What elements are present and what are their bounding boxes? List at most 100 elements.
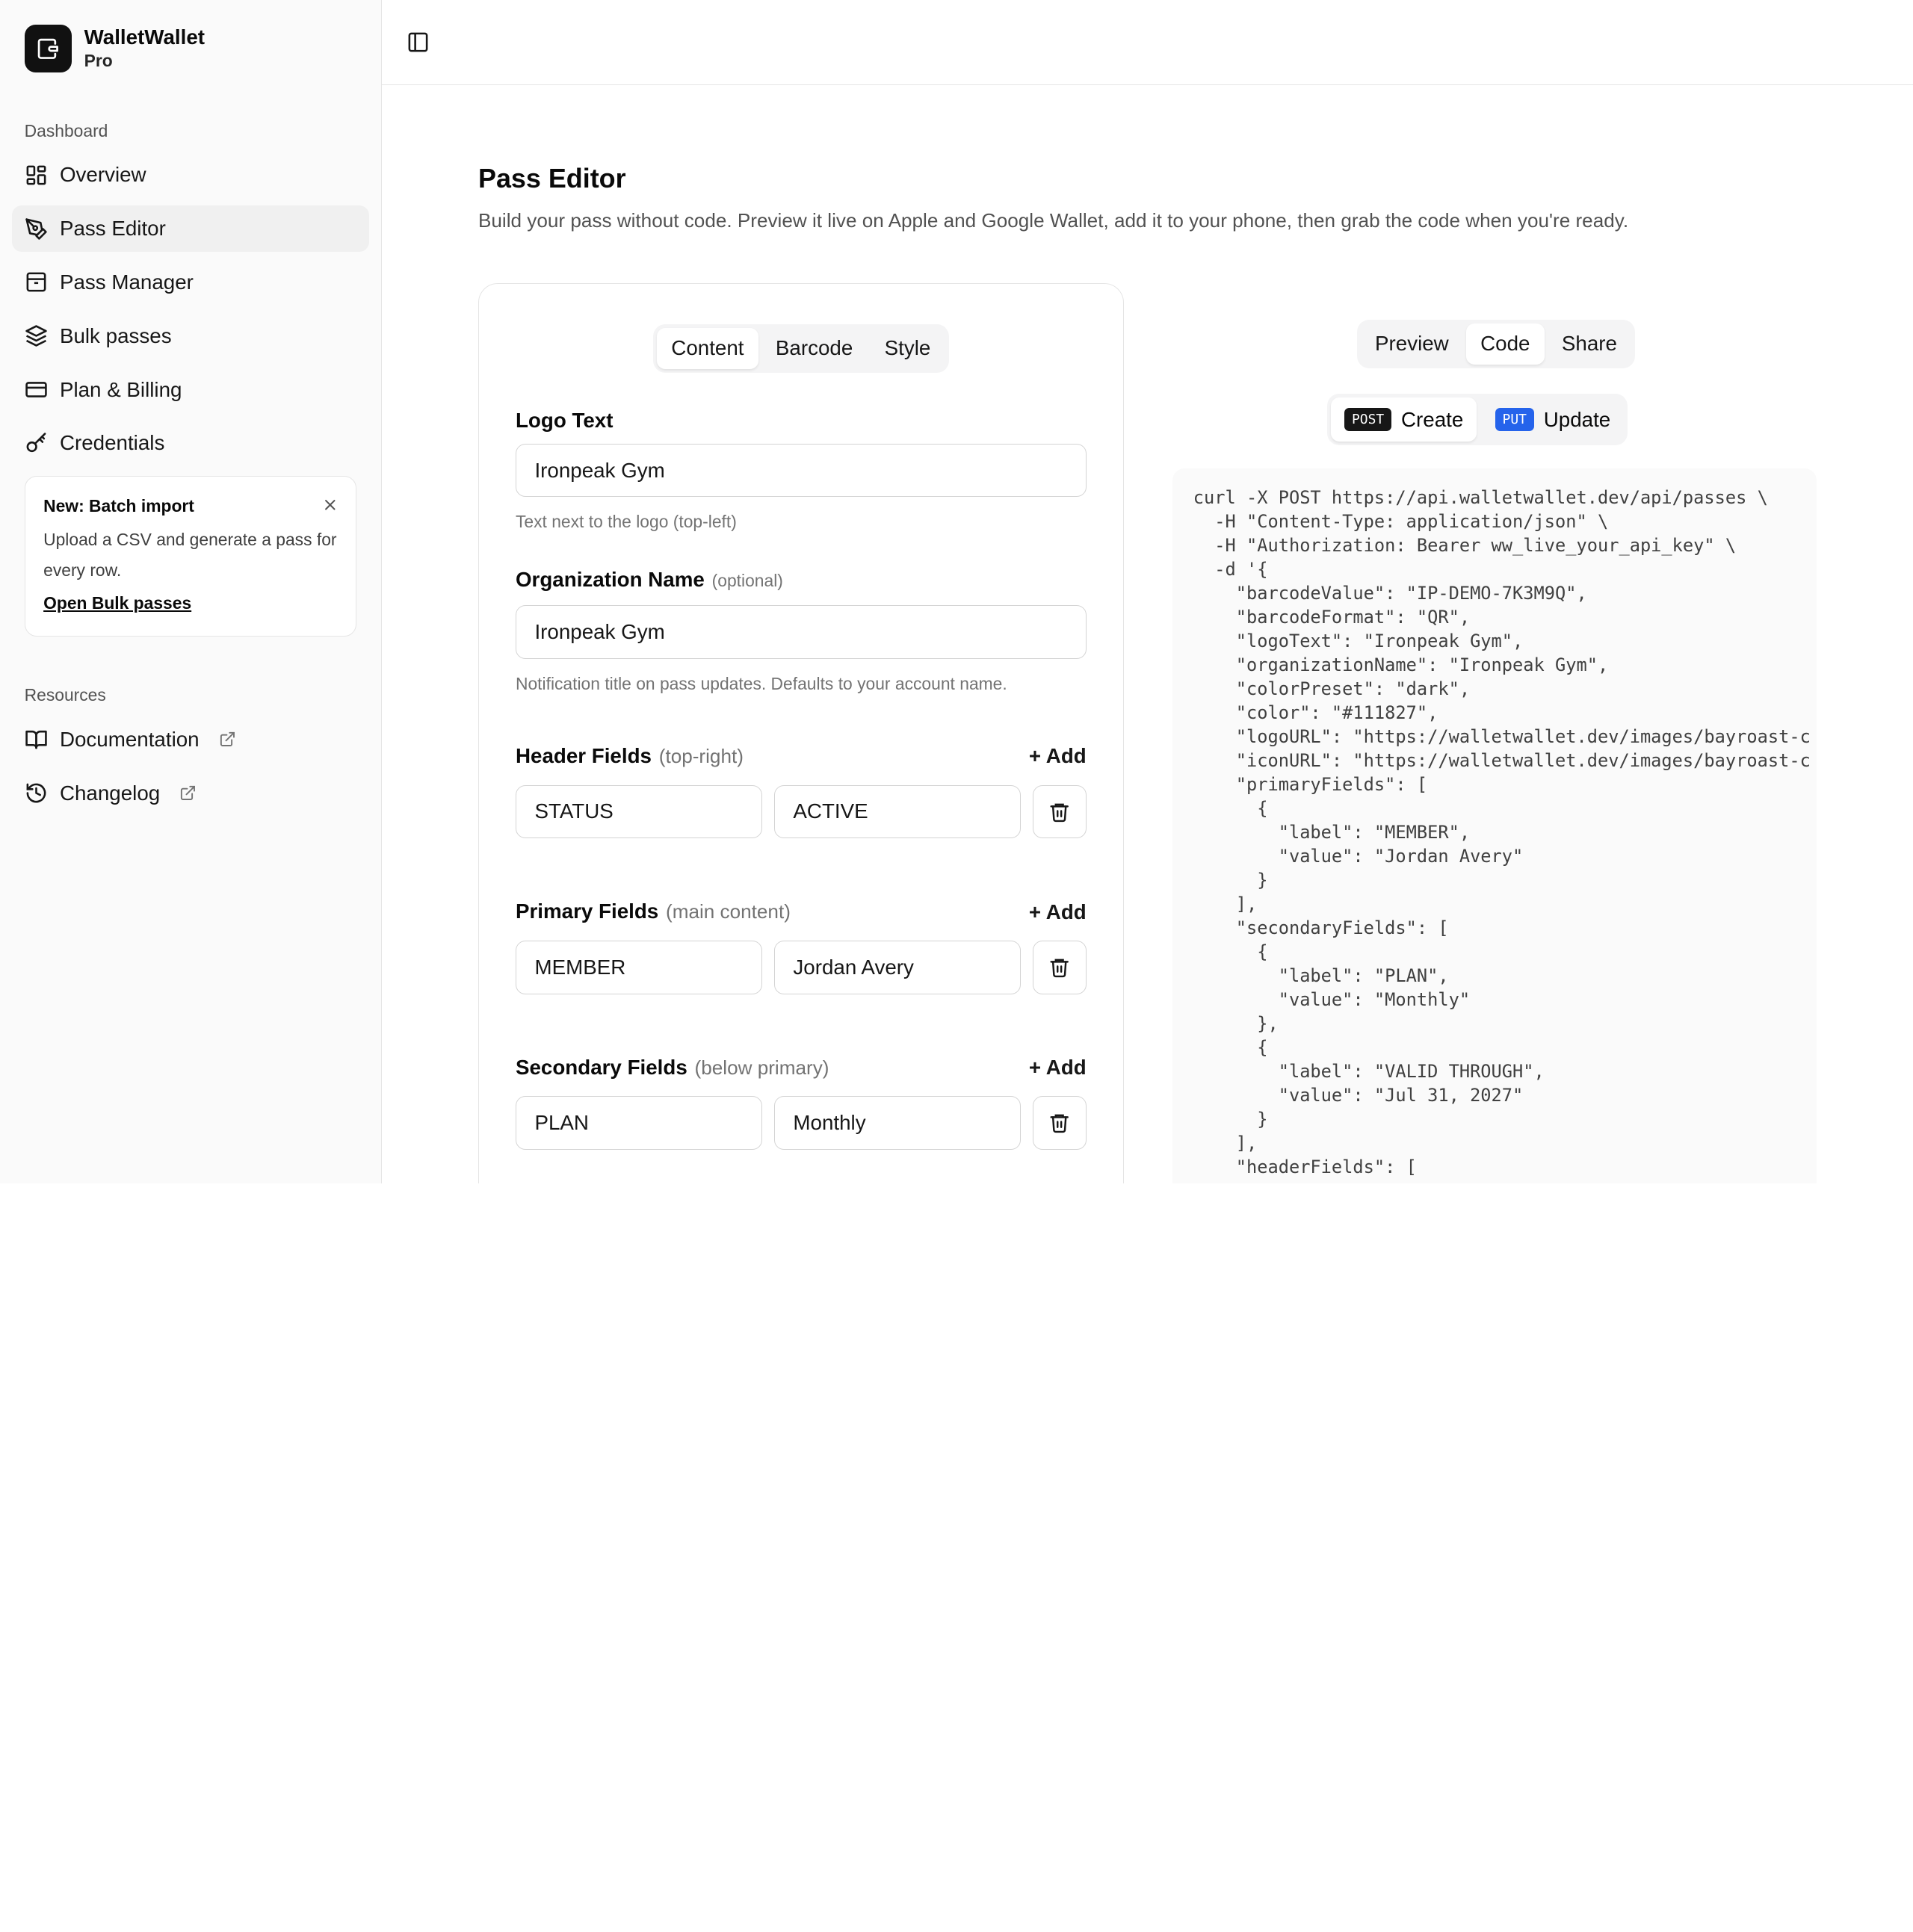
sidebar-toggle-icon[interactable]	[407, 30, 431, 55]
code-line: "color": "#111827",	[1193, 702, 1438, 723]
preview-tabs: Preview Code Share	[1356, 319, 1636, 369]
header-fields-title: Header Fields	[515, 744, 652, 768]
sidebar-item-changelog[interactable]: Changelog	[12, 770, 368, 817]
page-title: Pass Editor	[478, 162, 626, 193]
external-link-icon	[179, 784, 197, 802]
method-tabs: POST Create PUT Update	[1327, 394, 1628, 445]
sidebar-item-label: Pass Editor	[59, 217, 166, 241]
sidebar-item-documentation[interactable]: Documentation	[12, 716, 368, 763]
code-line: }	[1193, 869, 1268, 891]
primary-fields-hint: (main content)	[666, 900, 791, 923]
code-line: "colorPreset": "dark",	[1193, 678, 1471, 699]
code-line: "iconURL": "https://walletwallet.dev/ima…	[1193, 749, 1811, 771]
code-line: "primaryFields": [	[1193, 773, 1428, 795]
app-root: WalletWallet Pro Dashboard Overview Pass…	[0, 0, 1913, 1183]
history-icon	[25, 781, 48, 805]
code-line: ],	[1193, 893, 1258, 914]
tab-preview[interactable]: Preview	[1360, 323, 1463, 365]
primary-field-key-input[interactable]: MEMBER	[515, 940, 762, 994]
section-label-resources: Resources	[24, 685, 106, 705]
header-field-key-input[interactable]: STATUS	[515, 784, 762, 839]
trash-icon[interactable]	[1032, 1096, 1087, 1151]
code-line: -H "Authorization: Bearer ww_live_your_a…	[1193, 534, 1737, 556]
sidebar-item-label: Documentation	[59, 727, 200, 751]
editor-tabs: Content Barcode Style	[652, 323, 949, 373]
promo-title: New: Batch import	[43, 495, 194, 515]
primary-field-value-input[interactable]: Jordan Avery	[773, 940, 1021, 994]
tab-content[interactable]: Content	[656, 327, 759, 370]
sidebar-item-bulk-passes[interactable]: Bulk passes	[12, 313, 368, 359]
tab-style[interactable]: Style	[870, 328, 945, 370]
header-fields-label: Header Fields (top-right)	[516, 743, 744, 770]
book-icon	[25, 728, 48, 751]
code-line: "secondaryFields": [	[1193, 917, 1449, 938]
sidebar-item-plan-billing[interactable]: Plan & Billing	[12, 367, 368, 413]
header-fields-hint: (top-right)	[658, 745, 744, 768]
external-link-icon	[219, 731, 236, 748]
code-line: "value": "Monthly"	[1193, 988, 1471, 1010]
add-secondary-field-button[interactable]: + Add	[1029, 1056, 1087, 1080]
close-icon[interactable]	[322, 497, 339, 514]
primary-fields-title: Primary Fields	[515, 900, 659, 923]
org-name-label-text: Organization Name	[515, 567, 705, 591]
code-line: "logoText": "Ironpeak Gym",	[1193, 630, 1524, 651]
secondary-field-value-input[interactable]: Monthly	[773, 1096, 1021, 1151]
logo-text-input[interactable]: Ironpeak Gym	[515, 443, 1087, 498]
promo-body: Upload a CSV and generate a pass for eve…	[43, 530, 337, 580]
trash-icon[interactable]	[1032, 784, 1087, 839]
org-name-label: Organization Name (optional)	[516, 566, 1087, 595]
sidebar-item-credentials[interactable]: Credentials	[12, 420, 368, 466]
layers-icon	[25, 324, 48, 347]
brand-plan: Pro	[84, 50, 113, 70]
primary-fields-label: Primary Fields (main content)	[516, 898, 791, 926]
code-line: },	[1193, 1012, 1279, 1034]
key-icon	[25, 432, 48, 455]
code-line: "barcodeFormat": "QR",	[1193, 606, 1471, 628]
wallet-logo-icon	[24, 25, 72, 73]
header-field-value-input[interactable]: ACTIVE	[773, 784, 1021, 839]
method-create[interactable]: POST Create	[1331, 397, 1477, 442]
sidebar-item-pass-manager[interactable]: Pass Manager	[12, 259, 368, 306]
tab-code[interactable]: Code	[1465, 323, 1545, 365]
code-line: "value": "Jul 31, 2027"	[1193, 1084, 1524, 1106]
secondary-field-key-input[interactable]: PLAN	[515, 1096, 762, 1151]
sidebar-item-label: Plan & Billing	[59, 377, 182, 401]
editor-card: Content Barcode Style Logo Text Ironpeak…	[478, 282, 1124, 1183]
code-line: "label": "PLAN",	[1193, 965, 1449, 986]
method-update-label: Update	[1543, 407, 1611, 431]
brand[interactable]: WalletWallet Pro	[12, 23, 368, 75]
open-bulk-passes-link[interactable]: Open Bulk passes	[43, 593, 191, 613]
sidebar-item-overview[interactable]: Overview	[12, 152, 368, 198]
section-label-dashboard: Dashboard	[24, 120, 108, 140]
secondary-fields-hint: (below primary)	[694, 1056, 829, 1079]
logo-text-help: Text next to the logo (top-left)	[515, 512, 737, 532]
code-line: -H "Content-Type: application/json" \	[1193, 510, 1609, 532]
promo-card: New: Batch import Upload a CSV and gener…	[24, 476, 357, 637]
secondary-fields-title: Secondary Fields	[515, 1055, 687, 1079]
code-line: -d '{	[1193, 558, 1268, 580]
code-line: ],	[1193, 1132, 1258, 1154]
trash-icon[interactable]	[1032, 940, 1087, 994]
tab-share[interactable]: Share	[1547, 323, 1631, 365]
code-block[interactable]: curl -X POST https://api.walletwallet.de…	[1172, 468, 1817, 1183]
add-primary-field-button[interactable]: + Add	[1029, 900, 1087, 924]
org-name-help: Notification title on pass updates. Defa…	[515, 673, 1007, 693]
sidebar-item-pass-editor[interactable]: Pass Editor	[12, 205, 369, 253]
org-name-input[interactable]: Ironpeak Gym	[515, 605, 1087, 660]
code-line: "logoURL": "https://walletwallet.dev/ima…	[1193, 725, 1811, 747]
code-line: {	[1193, 941, 1268, 962]
sidebar-item-label: Overview	[59, 163, 146, 187]
method-update[interactable]: PUT Update	[1482, 397, 1624, 442]
code-line: curl -X POST https://api.walletwallet.de…	[1193, 486, 1768, 508]
code-line: }	[1193, 1108, 1268, 1130]
secondary-fields-label: Secondary Fields (below primary)	[516, 1054, 829, 1082]
sidebar-item-label: Changelog	[59, 781, 161, 805]
sidebar-item-label: Pass Manager	[59, 270, 194, 294]
pen-icon	[25, 217, 48, 241]
add-header-field-button[interactable]: + Add	[1029, 744, 1087, 768]
page-subtitle: Build your pass without code. Preview it…	[478, 208, 1629, 232]
code-line: "headerFields": [	[1193, 1156, 1417, 1177]
code-line: "label": "VALID THROUGH",	[1193, 1060, 1545, 1082]
post-badge: POST	[1344, 408, 1391, 431]
tab-barcode[interactable]: Barcode	[761, 328, 868, 370]
